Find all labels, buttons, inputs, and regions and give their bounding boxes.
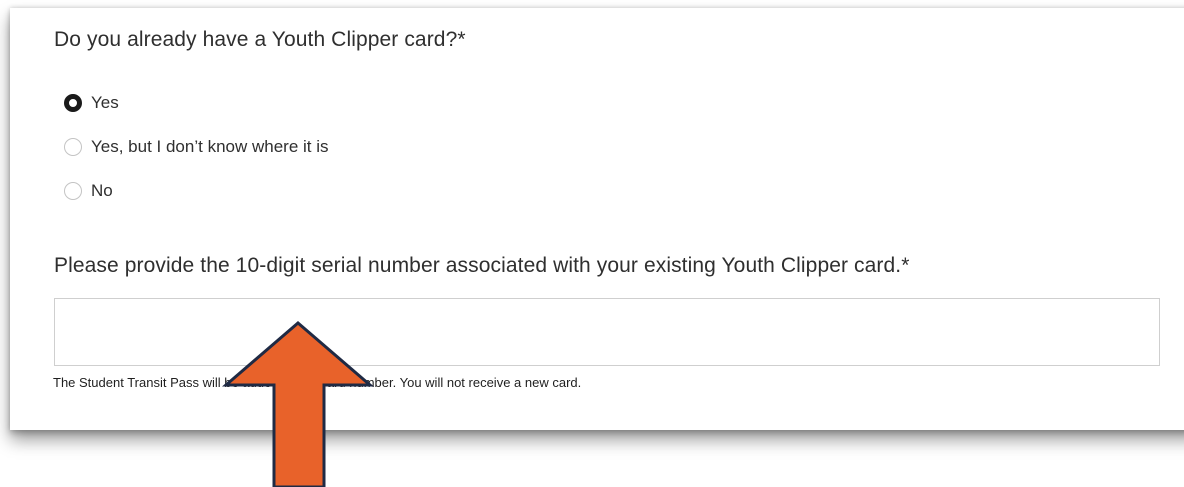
option-yes-unknown-location-label: Yes, but I don’t know where it is (91, 137, 329, 156)
arrow-up-shape (222, 321, 374, 487)
option-no-label: No (91, 181, 113, 200)
radio-no[interactable] (64, 182, 82, 200)
page: Do you already have a Youth Clipper card… (0, 0, 1184, 487)
option-yes-unknown-location[interactable]: Yes, but I don’t know where it is (54, 136, 329, 158)
option-yes[interactable]: Yes (54, 92, 329, 114)
serial-number-input[interactable] (54, 298, 1160, 366)
card-ownership-radio-group: Yes Yes, but I don’t know where it is No (54, 92, 329, 224)
radio-yes-unknown-location[interactable] (64, 138, 82, 156)
option-no[interactable]: No (54, 180, 329, 202)
radio-yes[interactable] (64, 94, 82, 112)
option-yes-label: Yes (91, 93, 119, 112)
card-question-label: Do you already have a Youth Clipper card… (54, 28, 466, 51)
form-card: Do you already have a Youth Clipper card… (10, 8, 1184, 430)
serial-number-label: Please provide the 10-digit serial numbe… (54, 254, 910, 277)
arrow-up-icon (222, 321, 374, 487)
